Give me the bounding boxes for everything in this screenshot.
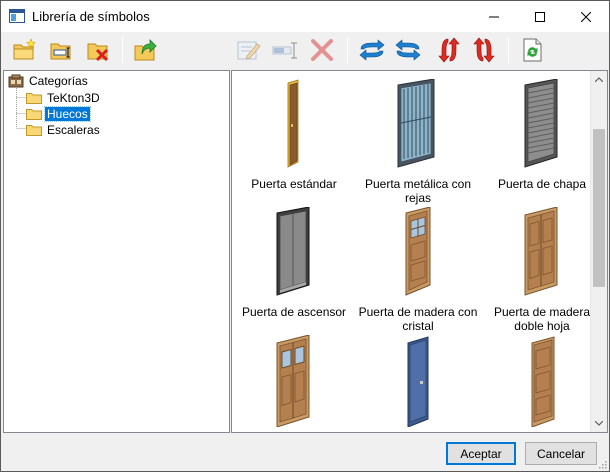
delete-symbol-icon	[311, 39, 333, 61]
door-wood-glass-icon	[405, 207, 431, 296]
symbol-item-puerta-madera-doble-cristal[interactable]	[232, 335, 356, 432]
tree-node-huecos[interactable]: Huecos	[26, 106, 91, 122]
toolbar-separator	[508, 37, 509, 63]
tree-node-root[interactable]: Categorías	[8, 73, 90, 89]
flip-horizontal-icon	[359, 39, 385, 61]
symbol-item-puerta-madera-paneles[interactable]	[480, 335, 604, 432]
symbol-item-puerta-madera-doble[interactable]: Puerta de madera doble hoja	[480, 207, 604, 333]
symbol-caption-line: Puerta de madera con	[358, 305, 478, 319]
door-blue-icon	[407, 336, 429, 427]
scroll-down-button[interactable]	[591, 415, 607, 432]
new-folder-icon	[13, 38, 36, 60]
flip-horizontal-button[interactable]	[357, 35, 387, 65]
symbol-caption: Puerta de madera con cristal	[356, 305, 480, 333]
title-bar[interactable]: Librería de símbolos	[1, 1, 609, 32]
folder-icon	[26, 93, 42, 104]
door-wood-double-glass-icon	[276, 335, 310, 427]
door-elevator-icon	[276, 207, 310, 296]
toolbar-separator	[347, 37, 348, 63]
edit-symbol-button[interactable]	[233, 35, 263, 65]
app-icon	[9, 9, 25, 23]
category-tree[interactable]: Categorías TeKton3D Huecos Escaleras	[3, 70, 230, 433]
window-title: Librería de símbolos	[32, 9, 150, 24]
refresh-button[interactable]	[517, 35, 547, 65]
flip-horizontal-reverse-icon	[395, 39, 421, 61]
flip-vertical-reverse-icon	[473, 37, 495, 63]
refresh-icon	[523, 38, 542, 62]
close-icon	[581, 11, 591, 22]
symbol-caption: Puerta de ascensor	[241, 305, 347, 319]
symbol-caption-line: Puerta metálica con	[364, 177, 472, 191]
tree-node-tekton3d[interactable]: TeKton3D	[26, 90, 102, 106]
maximize-button[interactable]	[517, 1, 563, 32]
dialog-footer: Aceptar Cancelar	[1, 433, 609, 471]
chevron-down-icon	[595, 421, 603, 426]
new-folder-button[interactable]	[9, 35, 39, 65]
toolbar-separator	[122, 37, 123, 63]
door-standard-icon	[287, 79, 299, 168]
minimize-button[interactable]	[471, 1, 517, 32]
rename-folder-button[interactable]	[46, 35, 76, 65]
rename-symbol-icon	[272, 42, 297, 59]
delete-folder-button[interactable]	[83, 35, 113, 65]
door-wood-double-icon	[524, 207, 558, 296]
vertical-scrollbar[interactable]	[590, 71, 607, 432]
folder-up-icon	[134, 39, 157, 61]
flip-vertical-button[interactable]	[434, 35, 464, 65]
flip-horizontal-reverse-button[interactable]	[393, 35, 423, 65]
symbol-caption: Puerta de madera doble hoja	[480, 305, 604, 333]
tree-node-label: TeKton3D	[47, 91, 100, 105]
edit-symbol-icon	[237, 41, 261, 60]
symbol-caption-line: cristal	[402, 319, 434, 333]
door-metal-bars-icon	[397, 79, 435, 168]
folder-icon	[26, 109, 42, 120]
tree-node-root-label: Categorías	[29, 74, 88, 88]
toolbar	[1, 32, 609, 70]
symbol-item-puerta-madera-cristal[interactable]: Puerta de madera con cristal	[356, 207, 480, 333]
symbol-item-puerta-metalica-rejas[interactable]: Puerta metálica con rejas	[356, 79, 480, 205]
accept-button[interactable]: Aceptar	[446, 442, 516, 465]
tree-node-label: Escaleras	[47, 123, 100, 137]
cancel-button[interactable]: Cancelar	[525, 442, 597, 465]
door-sheet-icon	[524, 79, 558, 168]
tree-node-escaleras[interactable]: Escaleras	[26, 122, 102, 138]
flip-vertical-icon	[438, 37, 460, 63]
delete-symbol-button[interactable]	[307, 35, 337, 65]
categories-icon	[8, 74, 24, 88]
symbol-caption-line: Puerta de madera	[493, 305, 591, 319]
delete-folder-icon	[87, 43, 109, 62]
symbol-list[interactable]: Puerta estándar Puerta metálica con rejas	[231, 70, 608, 433]
folder-icon	[26, 125, 42, 136]
resize-grip-icon[interactable]	[597, 459, 607, 469]
symbol-item-puerta-azul[interactable]	[356, 335, 480, 432]
symbol-item-puerta-estandar[interactable]: Puerta estándar	[232, 79, 356, 191]
door-wood-panel-icon	[531, 336, 555, 427]
rename-folder-icon	[50, 43, 71, 60]
folder-up-button[interactable]	[130, 35, 160, 65]
minimize-icon	[489, 16, 499, 17]
chevron-up-icon	[595, 77, 603, 82]
symbol-caption: Puerta estándar	[251, 177, 337, 191]
rename-symbol-button[interactable]	[271, 35, 301, 65]
scroll-up-button[interactable]	[591, 71, 607, 88]
flip-vertical-reverse-button[interactable]	[469, 35, 499, 65]
symbol-item-puerta-ascensor[interactable]: Puerta de ascensor	[232, 207, 356, 319]
symbol-caption: Puerta metálica con rejas	[356, 177, 480, 205]
symbol-caption-line: rejas	[404, 191, 431, 205]
symbol-item-puerta-chapa[interactable]: Puerta de chapa	[480, 79, 604, 191]
scroll-thumb[interactable]	[593, 129, 605, 287]
tree-node-label: Huecos	[44, 106, 91, 122]
symbol-caption: Puerta de chapa	[497, 177, 587, 191]
maximize-icon	[535, 11, 545, 22]
symbol-caption-line: doble hoja	[514, 319, 570, 333]
symbol-library-window: Librería de símbolos Categorías TeKton3D…	[0, 0, 610, 472]
close-button[interactable]	[563, 1, 609, 32]
